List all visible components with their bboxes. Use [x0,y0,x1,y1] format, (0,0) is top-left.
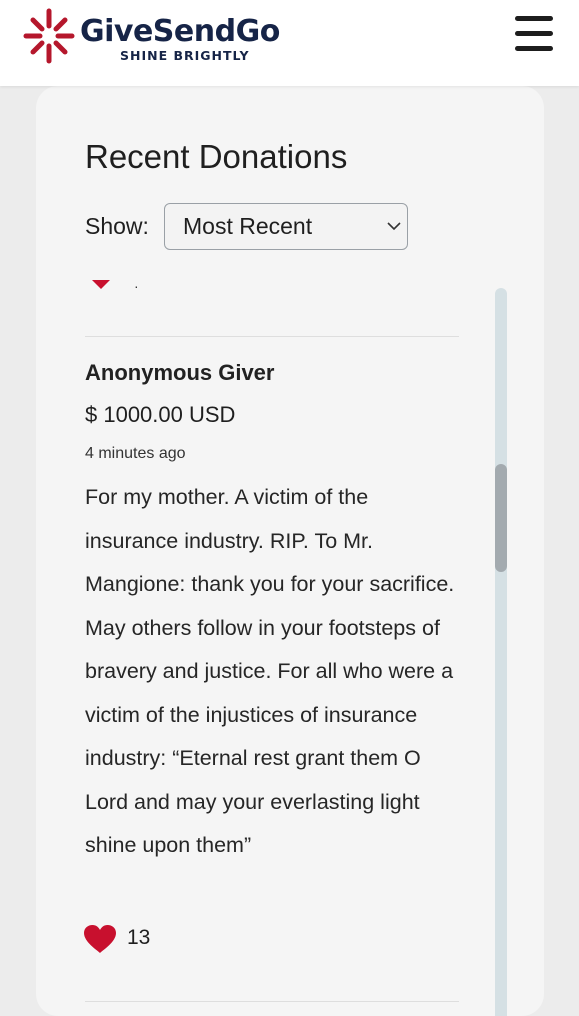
partial-like-count: · [134,278,139,294]
like-count: 13 [127,926,151,949]
heart-icon[interactable] [90,276,112,290]
sort-select-value: Most Recent [183,213,313,239]
like-button[interactable]: 13 [83,924,150,954]
recent-donations-card: Recent Donations Show: Most Recent · Ano… [36,86,544,1016]
list-divider [85,336,459,337]
site-header: GiveSendGo SHINE BRIGHTLY [0,0,579,86]
donation-amount: $ 1000.00 USD [85,402,236,427]
donor-name: Anonymous Giver [85,360,275,385]
brand-tagline: SHINE BRIGHTLY [120,48,250,63]
section-title: Recent Donations [85,138,348,175]
sort-select[interactable]: Most Recent [164,203,408,250]
scrollbar-thumb[interactable] [495,464,507,572]
donation-time: 4 minutes ago [85,445,186,462]
givesendgo-logo[interactable]: GiveSendGo SHINE BRIGHTLY [22,6,312,66]
list-divider [85,1001,459,1002]
heart-icon [84,925,116,953]
chevron-down-icon [387,222,401,231]
brand-name: GiveSendGo [80,14,280,49]
scrollbar-track[interactable] [495,288,507,1016]
show-label: Show: [85,213,149,239]
hamburger-menu-icon[interactable] [512,14,556,54]
donation-message: For my mother. A victim of the insurance… [85,485,455,857]
donation-list[interactable]: · Anonymous Giver $ 1000.00 USD 4 minute… [36,276,544,1016]
logo-burst-icon [23,8,75,64]
